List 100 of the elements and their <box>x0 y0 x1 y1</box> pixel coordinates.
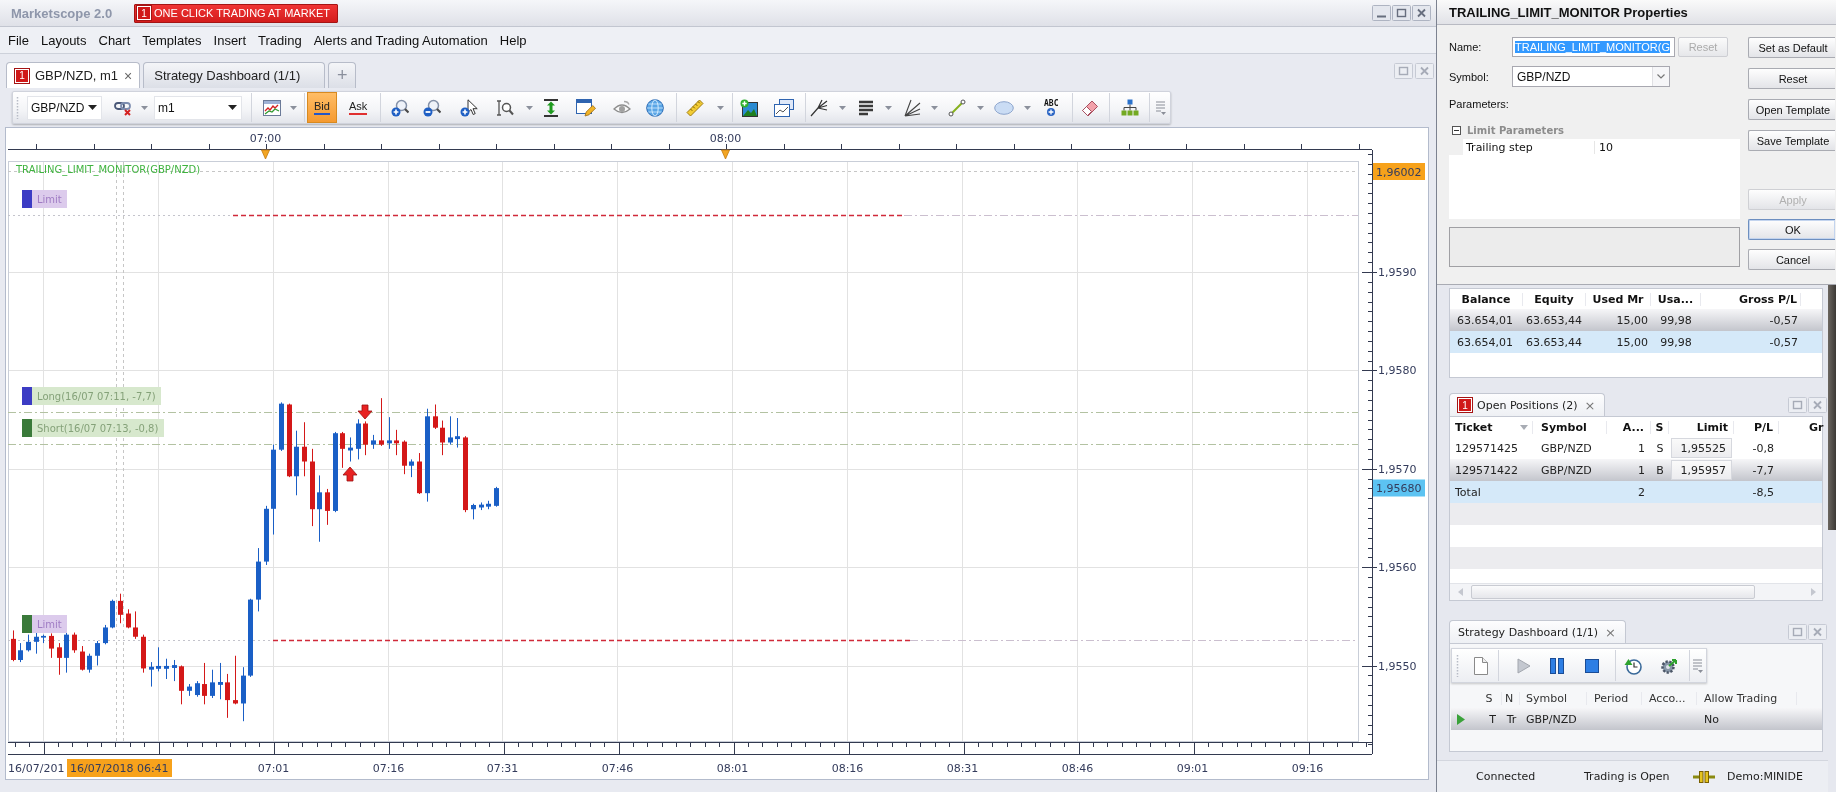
symbol-dropdown[interactable]: GBP/NZD <box>27 95 102 120</box>
column-header[interactable]: Symbol <box>1520 691 1587 705</box>
price-mode-button[interactable]: Bid <box>307 92 337 123</box>
image-add-icon[interactable] <box>740 98 759 117</box>
dialog-title: TRAILING_LIMIT_MONITOR Properties <box>1437 0 1836 25</box>
caret-icon[interactable] <box>228 105 237 110</box>
column-header[interactable]: Usa... <box>1651 292 1701 306</box>
column-header[interactable]: Used Mr <box>1586 292 1651 306</box>
trade-button[interactable]: 1 ONE CLICK TRADING AT MARKET <box>134 3 339 23</box>
ellipse-icon[interactable] <box>994 100 1015 115</box>
gear-icon[interactable] <box>1660 656 1678 675</box>
column-header[interactable]: S <box>1651 420 1669 434</box>
dialog-button[interactable]: Reset <box>1748 68 1835 89</box>
pitchfork-icon[interactable] <box>810 98 829 117</box>
collapse-icon[interactable] <box>1452 126 1461 135</box>
clock-icon[interactable] <box>1624 656 1642 675</box>
menu-item[interactable]: Help <box>493 30 533 50</box>
price-mode-button[interactable]: Ask <box>341 92 375 123</box>
trend-line-icon[interactable] <box>948 98 967 117</box>
caret-icon[interactable] <box>88 105 97 110</box>
horizontal-lines-icon[interactable] <box>858 99 875 116</box>
column-header[interactable]: Limit <box>1669 420 1734 434</box>
ruler-icon[interactable] <box>686 98 705 117</box>
globe-icon[interactable] <box>646 98 665 117</box>
time-label: 09:16 <box>1291 762 1324 775</box>
column-header[interactable]: Allow Trading <box>1697 691 1797 705</box>
toolbar-grip[interactable] <box>15 95 19 120</box>
symbol-dropdown[interactable]: GBP/NZD <box>1512 66 1670 87</box>
close-button[interactable] <box>1415 63 1434 79</box>
column-header[interactable]: A... <box>1607 420 1651 434</box>
restore-button[interactable] <box>1788 396 1807 413</box>
tab-close-button[interactable]: × <box>1605 624 1616 640</box>
menu-item[interactable]: File <box>2 30 35 50</box>
column-header[interactable]: Ticket <box>1450 420 1533 434</box>
overflow-icon[interactable] <box>1691 657 1703 674</box>
play-icon[interactable] <box>1517 657 1531 674</box>
minimize-button[interactable] <box>1372 5 1391 21</box>
column-header[interactable]: Acco... <box>1642 691 1697 705</box>
pause-icon[interactable] <box>1550 657 1564 674</box>
vertical-arrows-icon[interactable] <box>543 98 560 117</box>
column-header[interactable]: Equity <box>1523 292 1586 306</box>
scrollbar-thumb[interactable] <box>1471 585 1755 599</box>
fan-lines-icon[interactable] <box>903 98 922 117</box>
close-button[interactable] <box>1412 5 1431 21</box>
column-header[interactable]: P/L <box>1734 420 1779 434</box>
stacked-windows-icon[interactable] <box>774 98 795 117</box>
column-header[interactable]: N <box>1502 691 1520 705</box>
time-label: 07:46 <box>601 762 634 775</box>
window-pencil-icon[interactable] <box>576 98 597 117</box>
maximize-button[interactable] <box>1392 5 1411 21</box>
panel-tab[interactable]: 1 Open Positions (2) × <box>1449 393 1606 416</box>
column-header[interactable]: Period <box>1587 691 1642 705</box>
column-header[interactable]: Balance <box>1450 292 1523 306</box>
tab-close-button[interactable]: × <box>124 67 133 84</box>
total-row[interactable]: Total 2 -8,5 <box>1450 481 1822 503</box>
table-row[interactable]: 63.654,01 63.653,44 15,00 99,98 -0,57 <box>1450 309 1822 331</box>
zoom-range-icon[interactable] <box>496 98 515 117</box>
tab-close-button[interactable]: × <box>1584 397 1596 413</box>
menu-item[interactable]: Trading <box>252 30 308 50</box>
eraser-icon[interactable] <box>1081 98 1100 117</box>
document-icon[interactable] <box>1474 656 1488 675</box>
restore-button[interactable] <box>1394 63 1413 79</box>
chart-window-icon[interactable] <box>263 99 281 116</box>
panel-tab[interactable]: Strategy Dashboard (1/1) × <box>1449 620 1626 643</box>
column-header[interactable]: Symbol <box>1533 420 1607 434</box>
menu-item[interactable]: Insert <box>207 30 253 50</box>
close-button[interactable] <box>1808 396 1827 413</box>
column-header[interactable]: S <box>1480 691 1502 705</box>
horizontal-scrollbar[interactable] <box>1450 583 1822 600</box>
tab[interactable]: Strategy Dashboard (1/1) <box>143 62 326 88</box>
column-header[interactable]: Gr <box>1779 420 1828 434</box>
dialog-button[interactable]: Cancel <box>1748 249 1835 270</box>
menu-item[interactable]: Chart <box>92 30 137 50</box>
restore-button[interactable] <box>1788 623 1807 640</box>
chain-cross-icon[interactable] <box>114 99 132 116</box>
eye-icon[interactable] <box>613 99 632 116</box>
toolbar-grip[interactable] <box>1455 653 1459 678</box>
dialog-button[interactable]: Open Template <box>1748 99 1835 120</box>
zoom-in-icon[interactable] <box>391 98 410 117</box>
total-row[interactable]: 63.654,01 63.653,44 15,00 99,98 -0,57 <box>1450 331 1822 353</box>
dialog-button[interactable]: Set as Default <box>1748 37 1835 58</box>
text-tool-button[interactable]: ABC <box>1043 99 1060 116</box>
period-dropdown[interactable]: m1 <box>154 95 242 120</box>
table-row[interactable]: T Tr GBP/NZD No <box>1451 708 1822 730</box>
zoom-out-icon[interactable] <box>423 98 442 117</box>
stop-icon[interactable] <box>1585 658 1599 673</box>
tab[interactable]: 1 GBP/NZD, m1 × <box>6 62 141 88</box>
menu-item[interactable]: Alerts and Trading Automation <box>307 30 494 50</box>
table-row[interactable]: 129571422 GBP/NZD 1 B 1,95957 -7,7 <box>1450 459 1822 481</box>
dialog-button[interactable]: Save Template <box>1748 130 1835 151</box>
property-value[interactable]: 10 <box>1595 140 1613 154</box>
overflow-icon[interactable] <box>1154 99 1166 116</box>
cursor-plus-icon[interactable] <box>460 98 479 117</box>
close-button[interactable] <box>1808 623 1827 640</box>
table-row[interactable]: 129571425 GBP/NZD 1 S 1,95525 -0,8 <box>1450 437 1822 459</box>
hierarchy-icon[interactable] <box>1121 98 1140 117</box>
column-header[interactable]: Gross P/L <box>1701 292 1801 306</box>
dialog-button[interactable]: OK <box>1748 219 1835 240</box>
menu-item[interactable]: Templates <box>136 30 208 50</box>
menu-item[interactable]: Layouts <box>34 30 93 50</box>
